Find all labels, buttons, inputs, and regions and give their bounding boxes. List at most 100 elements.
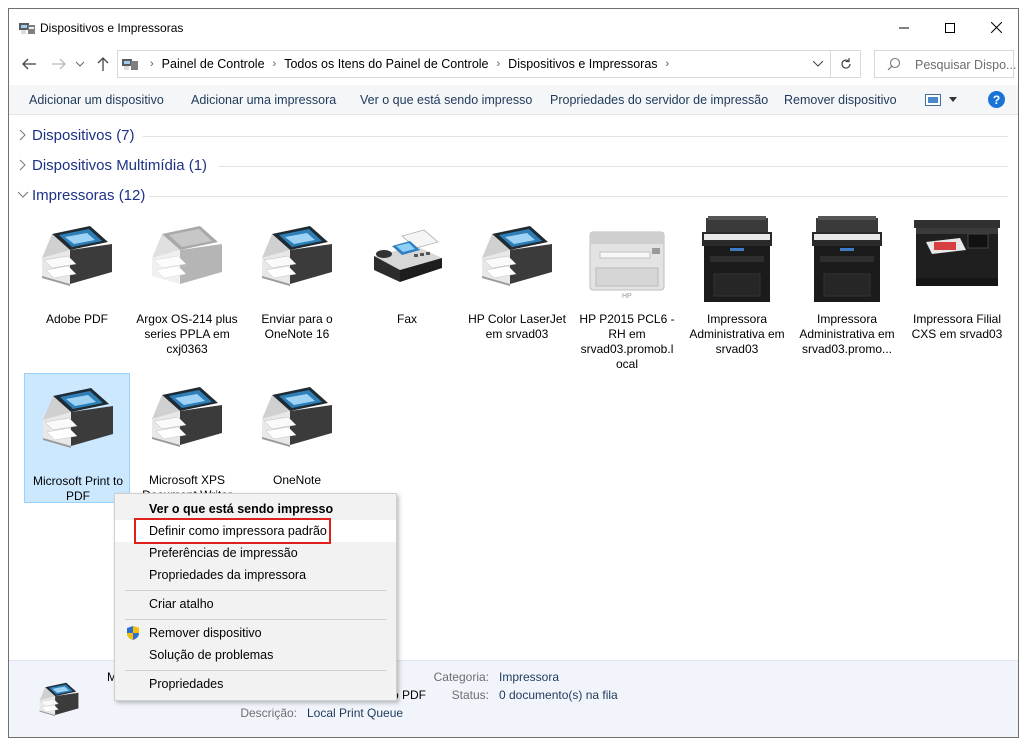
printer-item-argox[interactable]: Argox OS-214 plus series PPLA em cxj0363 [134,212,240,356]
printer-icon [252,212,342,302]
details-description-label: Descrição: [240,706,297,720]
menu-item-remove-device[interactable]: Remover dispositivo [115,622,396,644]
details-category-value: Impressora [499,670,560,684]
menu-item-properties[interactable]: Propriedades [115,673,396,695]
devices-printers-location-icon [122,59,138,70]
chevron-down-icon [813,61,823,67]
menu-item-printer-properties[interactable]: Propriedades da impressora [115,564,396,586]
mfp-printer-icon [802,212,892,302]
breadcrumb-all-items[interactable]: Todos os Itens do Painel de Controle [284,57,488,71]
selected-printer-icon [29,675,89,725]
forward-button[interactable] [49,54,69,74]
search-icon [887,57,901,71]
printer-item-fax[interactable]: Fax [354,212,460,342]
printer-label: HP P2015 PCL6 -RH em srvad03.promob.l oc… [579,312,675,371]
up-button[interactable] [93,54,113,74]
menu-item-troubleshoot[interactable]: Solução de problemas [115,644,396,666]
group-divider [219,166,1008,167]
details-status-value: 0 documento(s) na fila [499,688,618,702]
menu-separator [125,619,386,620]
arrow-right-icon [52,58,66,70]
menu-item-printing-preferences[interactable]: Preferências de impressão [115,542,396,564]
color-mfp-icon [912,212,1002,302]
chevron-right-icon [19,159,26,171]
caret-down-icon [949,97,957,102]
breadcrumb-separator-icon[interactable]: › [273,58,277,70]
server-properties-button[interactable]: Propriedades do servidor de impressão [550,93,768,107]
breadcrumb-separator-icon: › [150,58,154,70]
breadcrumb-devices-printers[interactable]: Dispositivos e Impressoras [508,57,657,71]
group-devices-label: Dispositivos (7) [32,127,135,144]
recent-locations-button[interactable] [73,54,87,74]
arrow-up-icon [97,57,109,71]
group-printers[interactable]: Impressoras (12) [9,185,1018,207]
printer-label: Argox OS-214 plus series PPLA em cxj0363 [136,312,238,356]
menu-item-see-printing[interactable]: Ver o que está sendo impresso [115,498,396,520]
printer-item-administrativa-promob[interactable]: Impressora Administrativa em srvad03.pro… [794,212,900,356]
breadcrumb-control-panel[interactable]: Painel de Controle [162,57,265,71]
details-status-label: Status: [451,688,489,702]
back-button[interactable] [19,54,39,74]
mfp-printer-icon [692,212,782,302]
printer-offline-icon [142,212,232,302]
maximize-button[interactable] [927,9,973,46]
printer-label: HP Color LaserJet em srvad03 [468,312,566,341]
printer-icon [142,373,232,463]
refresh-button[interactable] [830,51,860,77]
breadcrumb: › Painel de Controle › Todos os Itens do… [122,51,677,77]
printer-item-microsoft-print-to-pdf[interactable]: Microsoft Print to PDF [24,373,130,503]
group-devices[interactable]: Dispositivos (7) [9,125,1018,147]
address-bar[interactable]: › Painel de Controle › Todos os Itens do… [117,50,861,78]
menu-item-label: Remover dispositivo [149,626,262,640]
address-history-dropdown[interactable] [808,54,828,74]
chevron-down-icon [76,61,84,67]
details-category-label: Categoria: [433,670,489,684]
maximize-icon [945,22,955,33]
menu-separator [125,590,386,591]
group-multimedia[interactable]: Dispositivos Multimídia (1) [9,155,1018,177]
arrow-left-icon [22,58,36,70]
chevron-down-icon [17,191,29,198]
printer-item-adobe-pdf[interactable]: Adobe PDF [24,212,130,342]
menu-item-create-shortcut[interactable]: Criar atalho [115,593,396,615]
group-printers-label: Impressoras (12) [32,187,146,204]
command-bar: Adicionar um dispositivo Adicionar uma i… [9,85,1018,115]
group-multimedia-label: Dispositivos Multimídia (1) [32,157,208,174]
printer-label: Adobe PDF [45,312,109,326]
add-device-button[interactable]: Adicionar um dispositivo [29,93,164,107]
printer-icon [252,373,342,463]
printer-item-hp-color-laserjet[interactable]: HP Color LaserJet em srvad03 [464,212,570,342]
help-button[interactable]: ? [988,91,1005,108]
printer-item-microsoft-xps[interactable]: Microsoft XPS Document Writer [134,373,240,497]
printer-label: Enviar para o OneNote 16 [261,312,333,341]
printer-item-onenote[interactable]: OneNote [244,373,350,503]
printer-item-administrativa[interactable]: Impressora Administrativa em srvad03 [684,212,790,356]
group-divider [149,196,1008,197]
details-description-value: Local Print Queue [307,706,404,720]
highlight-box [134,518,331,544]
remove-device-button[interactable]: Remover dispositivo [784,93,897,107]
breadcrumb-separator-icon[interactable]: › [666,58,670,70]
context-menu: Ver o que está sendo impresso Definir co… [114,493,397,701]
fax-icon [362,212,452,302]
breadcrumb-separator-icon[interactable]: › [497,58,501,70]
view-icon [925,94,941,106]
minimize-icon [899,27,909,28]
search-input[interactable]: Pesquisar Dispo... [874,50,1017,78]
add-printer-button[interactable]: Adicionar uma impressora [191,93,336,107]
printer-icon [472,212,562,302]
menu-separator [125,670,386,671]
laser-printer-icon [582,212,672,302]
see-printing-button[interactable]: Ver o que está sendo impresso [360,93,532,107]
printer-label: OneNote [272,473,322,487]
devices-printers-app-icon [19,23,35,34]
search-placeholder: Pesquisar Dispo... [915,58,1017,72]
minimize-button[interactable] [881,9,927,46]
printer-icon [33,374,123,464]
printer-item-filial-cxs[interactable]: Impressora Filial CXS em srvad03 [904,212,1010,342]
change-view-button[interactable] [925,92,959,108]
close-icon [990,22,1002,33]
printer-item-onenote-16[interactable]: Enviar para o OneNote 16 [244,212,350,342]
close-button[interactable] [973,9,1018,46]
printer-item-hp-p2015[interactable]: HP P2015 PCL6 -RH em srvad03.promob.l oc… [574,212,680,371]
